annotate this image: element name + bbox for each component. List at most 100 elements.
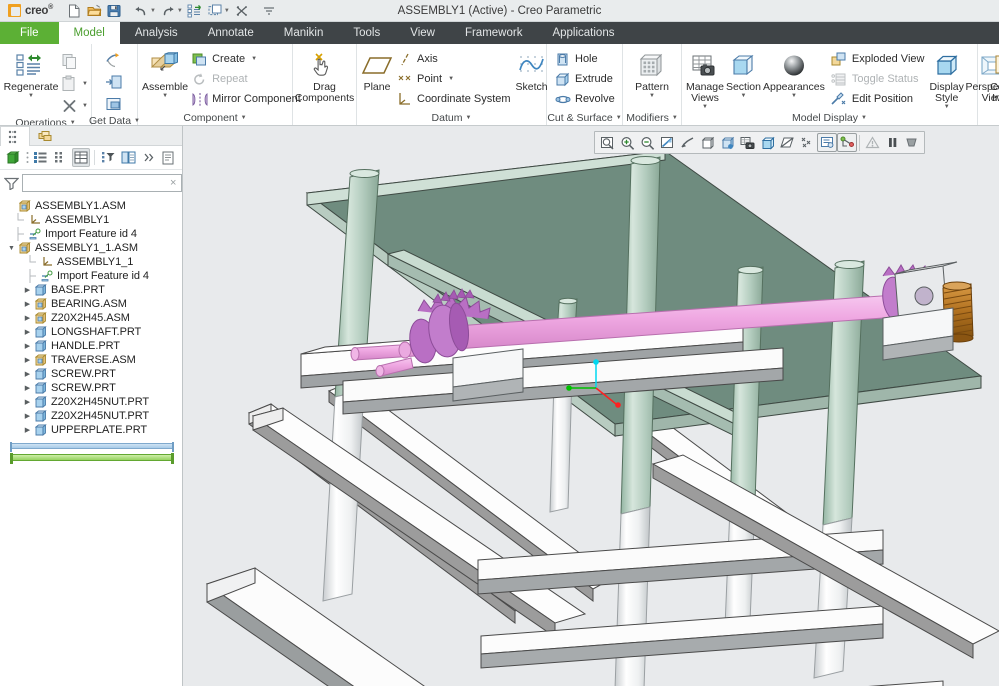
toggle-status-button[interactable]: Toggle Status	[829, 69, 929, 89]
layer-tree-tab[interactable]	[30, 126, 60, 145]
hole-button[interactable]: Hole	[552, 49, 619, 69]
revolve-button[interactable]: Revolve	[552, 89, 619, 109]
component-expander-icon[interactable]: ▼	[241, 115, 247, 121]
tree-row[interactable]: ▼ ASSEMBLY1_1.ASM	[0, 241, 182, 255]
display-style-icon[interactable]	[757, 133, 777, 152]
window-caret-icon[interactable]: ▼	[224, 8, 230, 14]
regenerate-button[interactable]: Regenerate ▼	[3, 48, 59, 99]
coordinate-system-button[interactable]: Coordinate System	[394, 89, 515, 109]
pause-icon[interactable]	[882, 133, 902, 152]
plane-button[interactable]: Plane	[360, 48, 394, 93]
window-icon[interactable]	[206, 2, 225, 20]
tree-row[interactable]: ▶ Z20X2H45.ASM	[0, 311, 182, 325]
repaint-icon[interactable]	[657, 133, 677, 152]
create-caret-icon[interactable]: ▼	[251, 56, 257, 62]
section-caret-icon[interactable]: ▼	[740, 93, 746, 99]
zoom-out-icon[interactable]	[637, 133, 657, 152]
tree-collapse-icon[interactable]: ▼	[6, 241, 17, 255]
tree-row[interactable]: ASSEMBLY1.ASM	[0, 199, 182, 213]
tree-expand-icon[interactable]: ▶	[22, 395, 33, 409]
tab-file[interactable]: File	[0, 22, 59, 44]
tree-row[interactable]: ▶ UPPERPLATE.PRT	[0, 423, 182, 437]
settings-tree-icon[interactable]	[160, 148, 178, 167]
regenerate-icon[interactable]	[186, 2, 205, 20]
tree-expand-icon[interactable]: ▶	[22, 381, 33, 395]
ribbon-tab-strip[interactable]: File Model Analysis Annotate Manikin Too…	[0, 22, 999, 44]
zoom-in-icon[interactable]	[617, 133, 637, 152]
datum-planes-icon[interactable]	[777, 133, 797, 152]
tab-annotate[interactable]: Annotate	[193, 22, 269, 44]
axis-button[interactable]: Axis	[394, 49, 515, 69]
paste-caret-icon[interactable]: ▼	[82, 81, 88, 87]
appearances-button[interactable]: Appearances ▼	[762, 48, 826, 99]
tree-columns-icon[interactable]	[52, 148, 70, 167]
more-chevron-icon[interactable]	[140, 148, 158, 167]
graphics-toolbar[interactable]	[594, 131, 925, 154]
tree-search-box[interactable]: ×	[22, 174, 182, 192]
open-icon[interactable]	[85, 2, 104, 20]
tree-row[interactable]: ▶ Z20X2H45NUT.PRT	[0, 409, 182, 423]
tree-expand-icon[interactable]: ▶	[22, 297, 33, 311]
pattern-button[interactable]: Pattern ▼	[626, 48, 678, 99]
copy-button[interactable]	[59, 51, 90, 73]
display-style-button[interactable]: DisplayStyle ▼	[928, 48, 964, 110]
customize-qat-icon[interactable]	[260, 2, 279, 20]
warning-icon[interactable]	[862, 133, 882, 152]
annotation-display-icon[interactable]	[817, 133, 837, 152]
exploded-view-button[interactable]: Exploded View	[829, 49, 929, 69]
view-manager-icon[interactable]	[717, 133, 737, 152]
undo-caret-icon[interactable]: ▼	[150, 8, 156, 14]
datum-expander-icon[interactable]: ▼	[465, 115, 471, 121]
tree-row[interactable]: Import Feature id 4	[0, 269, 182, 283]
drag-components-button[interactable]: DragComponents	[294, 48, 356, 104]
point-button[interactable]: Point ▼	[394, 69, 515, 89]
tab-view[interactable]: View	[395, 22, 450, 44]
datum-points-icon[interactable]	[797, 133, 817, 152]
import-icon[interactable]	[103, 50, 127, 71]
merge-inheritance-icon[interactable]	[103, 94, 127, 115]
pattern-caret-icon[interactable]: ▼	[649, 93, 655, 99]
spin-center-toggle-icon[interactable]	[837, 133, 857, 152]
tree-expand-icon[interactable]: ▶	[22, 283, 33, 297]
section-button[interactable]: Section ▼	[725, 48, 762, 99]
named-view-camera-icon[interactable]	[737, 133, 757, 152]
tree-table-icon[interactable]	[72, 148, 90, 167]
model-3d-view[interactable]	[183, 126, 999, 686]
paste-button[interactable]: ▼	[59, 73, 90, 95]
tree-expand-icon[interactable]: ▶	[22, 353, 33, 367]
assemble-button[interactable]: Assemble ▼	[141, 48, 189, 99]
tree-row[interactable]: ▶ SCREW.PRT	[0, 367, 182, 381]
sketch-button[interactable]: Sketch	[515, 48, 549, 93]
tree-row[interactable]: ▶ HANDLE.PRT	[0, 339, 182, 353]
tree-expand-icon[interactable]: ▶	[22, 367, 33, 381]
tree-row[interactable]: Import Feature id 4	[0, 227, 182, 241]
new-icon[interactable]	[65, 2, 84, 20]
tree-display-icon[interactable]	[120, 148, 138, 167]
graphics-viewport[interactable]	[183, 126, 999, 686]
refit-icon[interactable]	[597, 133, 617, 152]
tree-list-icon[interactable]	[32, 148, 50, 167]
point-caret-icon[interactable]: ▼	[448, 76, 454, 82]
saved-orientations-icon[interactable]	[697, 133, 717, 152]
quick-access-toolbar[interactable]: ▼ ▼ ▼	[65, 2, 279, 20]
extrude-button[interactable]: Extrude	[552, 69, 619, 89]
model-display-expander-icon[interactable]: ▼	[861, 115, 867, 121]
close-window-icon[interactable]	[233, 2, 252, 20]
tree-insert-bar[interactable]	[10, 454, 174, 461]
tree-filter-icon[interactable]	[99, 148, 117, 167]
delete-caret-icon[interactable]: ▼	[82, 103, 88, 109]
modifiers-expander-icon[interactable]: ▼	[672, 115, 678, 121]
undo-icon[interactable]	[132, 2, 151, 20]
regenerate-caret-icon[interactable]: ▼	[28, 93, 34, 99]
tab-framework[interactable]: Framework	[450, 22, 538, 44]
tab-manikin[interactable]: Manikin	[269, 22, 339, 44]
stop-icon[interactable]	[902, 133, 922, 152]
tree-expand-icon[interactable]: ▶	[22, 311, 33, 325]
manage-views-button[interactable]: ManageViews ▼	[685, 48, 725, 110]
filter-icon[interactable]	[4, 177, 19, 190]
tree-expand-icon[interactable]: ▶	[22, 409, 33, 423]
save-icon[interactable]	[105, 2, 124, 20]
cut-surface-expander-icon[interactable]: ▼	[616, 115, 622, 121]
tree-expand-icon[interactable]: ▶	[22, 339, 33, 353]
edit-position-button[interactable]: Edit Position	[829, 89, 929, 109]
